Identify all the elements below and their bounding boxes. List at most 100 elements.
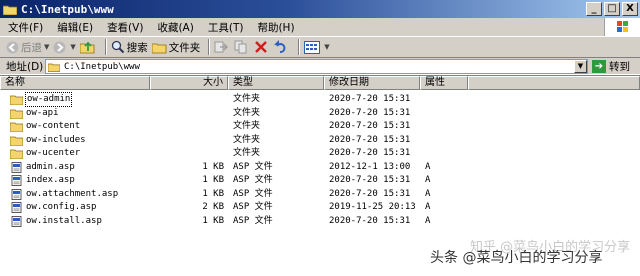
toolbar-separator: [208, 39, 211, 55]
forward-button[interactable]: ▼: [53, 38, 76, 56]
file-size: 2 KB: [202, 202, 224, 212]
column-header-type[interactable]: 类型: [228, 76, 324, 90]
menu-file[interactable]: 文件(F): [8, 20, 43, 35]
file-attributes: A: [425, 175, 431, 185]
address-value: C:\Inetpub\www: [64, 61, 140, 72]
file-type: ASP 文件: [233, 175, 273, 185]
back-arrow-icon: [6, 41, 19, 53]
delete-button[interactable]: [254, 38, 270, 56]
folder-icon: [9, 108, 24, 119]
file-type: 文件夹: [233, 94, 261, 104]
file-name[interactable]: ow-ucenter: [26, 147, 80, 160]
file-size: 1 KB: [202, 161, 224, 172]
file-date: 2020-7-20 15:31: [329, 134, 411, 145]
go-arrow-icon: ➔: [592, 60, 606, 73]
back-button[interactable]: 后退 ▼: [6, 38, 49, 56]
views-button[interactable]: ▼: [304, 38, 330, 56]
column-header-date[interactable]: 修改日期: [324, 76, 420, 90]
file-name[interactable]: ow-admin: [24, 92, 73, 107]
folder-icon: [9, 135, 24, 146]
file-size: 1 KB: [202, 175, 224, 185]
file-size: 1 KB: [202, 188, 224, 199]
back-label: 后退: [21, 41, 42, 54]
back-dropdown-icon[interactable]: ▼: [44, 43, 49, 51]
file-name[interactable]: ow-api: [26, 107, 59, 120]
address-label: 地址(D): [6, 60, 44, 73]
search-label: 搜索: [126, 41, 148, 54]
forward-dropdown-icon[interactable]: ▼: [70, 43, 75, 51]
file-date: 2020-7-20 15:31: [329, 148, 411, 158]
menu-favorites[interactable]: 收藏(A): [157, 20, 193, 35]
windows-flag-icon: [617, 21, 628, 32]
table-row[interactable]: admin.asp 1 KB ASP 文件 2012-12-1 13:00 A: [0, 161, 640, 175]
column-header-attributes[interactable]: 属性: [420, 76, 468, 90]
go-label: 转到: [609, 61, 630, 73]
views-dropdown-icon[interactable]: ▼: [324, 43, 329, 51]
address-dropdown-icon[interactable]: ▼: [574, 60, 587, 73]
file-date: 2020-7-20 15:31: [329, 94, 411, 104]
folder-icon: [48, 63, 60, 72]
file-name[interactable]: ow-includes: [26, 134, 86, 147]
window-title: C:\Inetpub\www: [21, 2, 114, 16]
file-type: ASP 文件: [233, 215, 273, 226]
file-type: 文件夹: [233, 121, 261, 131]
file-name[interactable]: ow.install.asp: [26, 215, 102, 228]
file-name[interactable]: admin.asp: [26, 161, 75, 174]
address-input[interactable]: C:\Inetpub\www ▼: [45, 59, 588, 74]
column-header-name[interactable]: 名称: [0, 76, 150, 90]
go-button[interactable]: ➔ 转到: [592, 59, 630, 74]
delete-x-icon: [255, 41, 268, 53]
folder-icon: [9, 121, 24, 133]
file-name[interactable]: ow.attachment.asp: [26, 188, 118, 201]
menu-view[interactable]: 查看(V): [107, 20, 143, 35]
folders-label: 文件夹: [168, 41, 201, 54]
file-name[interactable]: ow.config.asp: [26, 201, 96, 214]
table-row[interactable]: ow-admin 文件夹 2020-7-20 15:31: [0, 92, 640, 107]
close-button[interactable]: X: [622, 2, 638, 16]
file-type: 文件夹: [233, 148, 261, 158]
up-folder-button[interactable]: [79, 38, 97, 56]
file-name[interactable]: index.asp: [26, 174, 75, 187]
file-date: 2020-7-20 15:31: [329, 121, 411, 131]
maximize-button[interactable]: □: [604, 2, 620, 16]
file-date: 2019-11-25 20:13: [329, 202, 416, 212]
file-date: 2020-7-20 15:31: [329, 188, 411, 199]
table-row[interactable]: ow-content 文件夹 2020-7-20 15:31: [0, 120, 640, 134]
search-button[interactable]: 搜索: [111, 38, 148, 56]
copy-to-button[interactable]: [234, 38, 250, 56]
search-icon: [111, 40, 124, 54]
table-row[interactable]: ow-api 文件夹 2020-7-20 15:31: [0, 107, 640, 121]
file-type: ASP 文件: [233, 202, 273, 212]
folders-button[interactable]: 文件夹: [151, 38, 201, 56]
undo-button[interactable]: [274, 38, 290, 56]
file-name[interactable]: ow-content: [26, 120, 80, 133]
title-bar: C:\Inetpub\www _ □ X: [0, 0, 640, 18]
menu-help[interactable]: 帮助(H): [257, 20, 294, 35]
menu-edit[interactable]: 编辑(E): [57, 20, 93, 35]
file-size: 1 KB: [202, 215, 224, 226]
column-header-size[interactable]: 大小: [150, 76, 228, 90]
file-attributes: A: [425, 202, 431, 212]
table-row[interactable]: ow-includes 文件夹 2020-7-20 15:31: [0, 134, 640, 148]
asp-file-icon: [10, 215, 23, 227]
file-type: 文件夹: [233, 107, 261, 118]
file-date: 2020-7-20 15:31: [329, 215, 411, 226]
menu-tools[interactable]: 工具(T): [208, 20, 244, 35]
folder-icon: [9, 94, 24, 106]
minimize-button[interactable]: _: [586, 2, 602, 16]
table-row[interactable]: ow-ucenter 文件夹 2020-7-20 15:31: [0, 147, 640, 161]
table-row[interactable]: ow.install.asp 1 KB ASP 文件 2020-7-20 15:31 A: [0, 215, 640, 229]
views-icon: [304, 40, 321, 54]
file-attributes: A: [425, 215, 431, 226]
file-type: ASP 文件: [233, 188, 273, 199]
toolbar-separator: [104, 39, 107, 55]
table-row[interactable]: index.asp 1 KB ASP 文件 2020-7-20 15:31 A: [0, 174, 640, 188]
file-attributes: A: [425, 161, 431, 172]
move-to-button[interactable]: [214, 38, 230, 56]
watermark: 头条 @菜鸟小白的学习分享: [430, 250, 603, 266]
table-row[interactable]: ow.attachment.asp 1 KB ASP 文件 2020-7-20 15:…: [0, 188, 640, 202]
file-attributes: A: [425, 188, 431, 199]
folder-icon: [3, 5, 17, 15]
table-row[interactable]: ow.config.asp 2 KB ASP 文件 2019-11-25 20:13 A: [0, 201, 640, 215]
up-folder-icon: [79, 41, 95, 54]
